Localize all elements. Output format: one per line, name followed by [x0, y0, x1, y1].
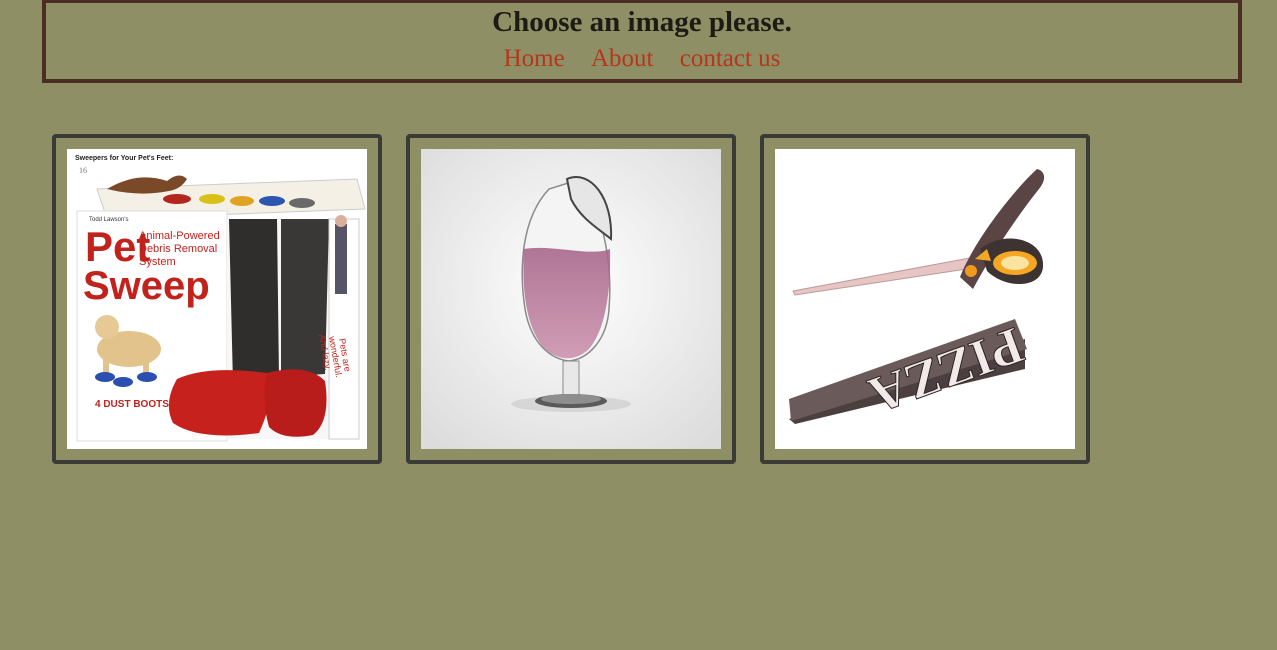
subtitle-text-3: System: [139, 256, 176, 268]
subtitle-text-2: Debris Removal: [139, 243, 217, 255]
wine-glass-image[interactable]: [421, 149, 721, 449]
boots-label-text: 4 DUST BOOTS: [95, 399, 169, 410]
nav-link-home[interactable]: Home: [504, 45, 565, 72]
nav-link-about[interactable]: About: [591, 45, 654, 72]
page-number-text: 16: [79, 166, 87, 175]
gallery-card-wine-glass[interactable]: [406, 134, 736, 464]
page-title: Choose an image please.: [492, 6, 792, 38]
subtitle-text-1: Animal-Powered: [139, 230, 220, 242]
nav-link-contact[interactable]: contact us: [680, 45, 781, 72]
pizza-scissors-image[interactable]: PIZZA: [775, 149, 1075, 449]
pet-sweep-box-image[interactable]: Sweepers for Your Pet's Feet: 16 Todd La…: [67, 149, 367, 449]
image-gallery: Sweepers for Your Pet's Feet: 16 Todd La…: [52, 134, 1114, 464]
page-header: Choose an image please. Home About conta…: [42, 0, 1242, 83]
nav-bar: Home About contact us: [46, 45, 1238, 73]
gallery-card-pet-sweep[interactable]: Sweepers for Your Pet's Feet: 16 Todd La…: [52, 134, 382, 464]
brand-big-text-2: Sweep: [83, 264, 210, 308]
gallery-card-pizza-scissors[interactable]: PIZZA: [760, 134, 1090, 464]
caption-text: Sweepers for Your Pet's Feet:: [75, 155, 173, 162]
